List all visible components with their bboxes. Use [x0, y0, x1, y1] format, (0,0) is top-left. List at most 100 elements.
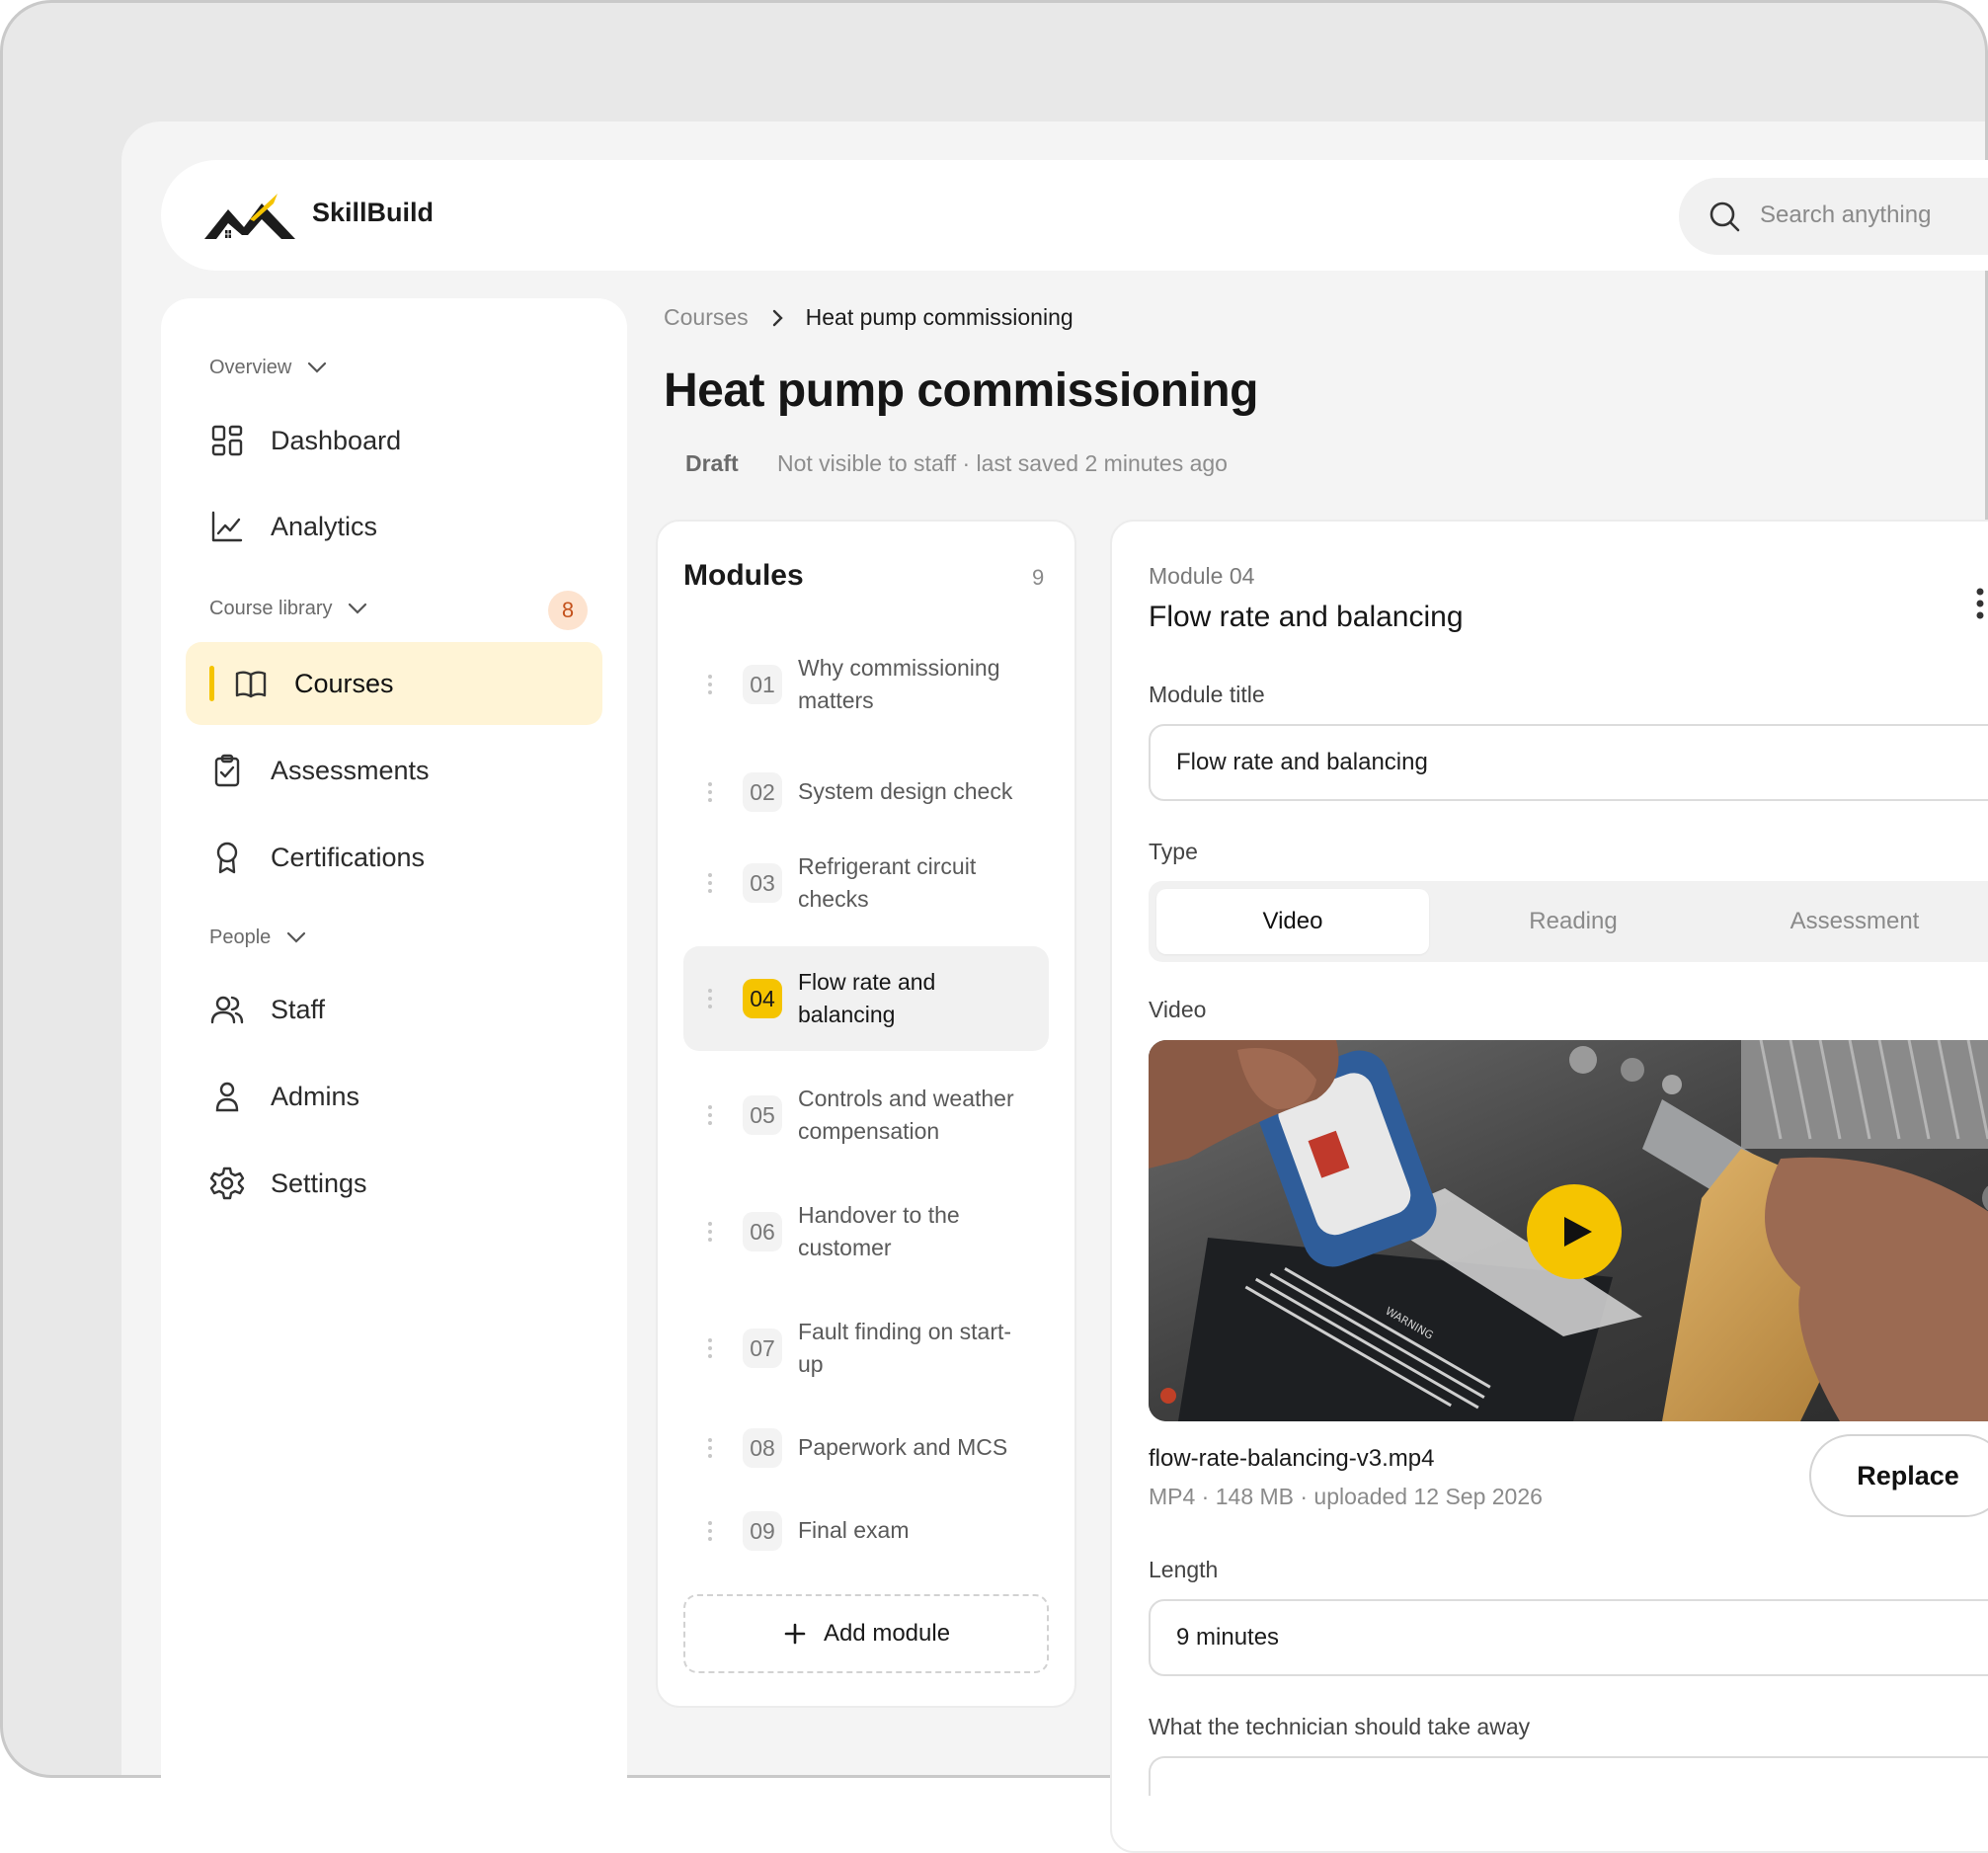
type-option-assessment[interactable]: Assessment — [1718, 889, 1988, 954]
drag-handle-icon[interactable] — [707, 1336, 713, 1360]
module-label: Flow rate and balancing — [798, 969, 936, 1027]
sidebar-item-label: Settings — [271, 1168, 367, 1198]
sidebar-item-label: Dashboard — [271, 425, 402, 455]
module-item-06[interactable]: 06 Handover to the customer — [683, 1192, 1049, 1271]
module-item-01[interactable]: 01 Why commissioning matters — [683, 645, 1049, 724]
module-label: Paperwork and MCS — [798, 1434, 1008, 1460]
brand-name: SkillBuild — [312, 198, 435, 227]
sidebar-group-course-library[interactable]: Course library — [209, 597, 369, 620]
sidebar-group-people[interactable]: People — [209, 926, 308, 949]
module-label: System design check — [798, 778, 1013, 804]
search-icon — [1710, 201, 1740, 232]
drag-handle-icon[interactable] — [707, 780, 713, 804]
module-number: 03 — [743, 863, 782, 903]
length-label: Length — [1149, 1557, 1219, 1582]
module-label: Why commissioning matters — [798, 655, 1000, 713]
module-number: 07 — [743, 1329, 782, 1368]
group-label: Course library — [209, 597, 333, 619]
clipboard-check-icon — [214, 754, 240, 787]
play-button[interactable] — [1527, 1184, 1622, 1279]
sidebar-item-staff[interactable]: Staff — [188, 968, 602, 1051]
status-note: Not visible to staff · last saved 2 minu… — [777, 450, 1228, 476]
award-ribbon-icon — [216, 842, 238, 874]
breadcrumb: Courses Heat pump commissioning — [664, 304, 1074, 331]
dashboard-grid-icon — [211, 425, 243, 456]
takeaway-label: What the technician should take away — [1149, 1714, 1531, 1739]
module-kicker: Module 04 — [1149, 563, 1255, 589]
sidebar-item-label: Assessments — [271, 755, 430, 785]
module-item-03[interactable]: 03 Refrigerant circuit checks — [683, 844, 1049, 923]
module-number: 09 — [743, 1511, 782, 1551]
module-item-09[interactable]: 09 Final exam — [683, 1501, 1049, 1561]
video-file-name: flow-rate-balancing-v3.mp4 — [1149, 1445, 1435, 1472]
line-chart-icon — [211, 511, 243, 542]
users-icon — [210, 996, 244, 1024]
sidebar-item-label: Courses — [294, 668, 394, 698]
module-label: Refrigerant circuit checks — [798, 853, 977, 912]
module-number: 05 — [743, 1095, 782, 1135]
module-label: Fault finding on start-up — [798, 1319, 1012, 1377]
add-module-label: Add module — [823, 1620, 951, 1647]
chevron-down-icon — [349, 603, 367, 614]
module-title-label: Module title — [1149, 682, 1265, 707]
replace-video-button[interactable]: Replace — [1809, 1434, 1988, 1517]
sidebar-item-label: Certifications — [271, 842, 426, 872]
module-number: 08 — [743, 1428, 782, 1468]
module-item-05[interactable]: 05 Controls and weather compensation — [683, 1076, 1049, 1155]
module-label: Final exam — [798, 1517, 910, 1543]
video-label: Video — [1149, 997, 1207, 1022]
module-item-08[interactable]: 08 Paperwork and MCS — [683, 1418, 1049, 1478]
add-module-button[interactable]: Add module — [683, 1594, 1049, 1673]
length-field[interactable]: 9 minutes — [1149, 1599, 1988, 1676]
plus-icon — [784, 1623, 806, 1645]
course-library-count-badge: 8 — [548, 591, 588, 630]
drag-handle-icon[interactable] — [707, 1220, 713, 1244]
module-number: 01 — [743, 665, 782, 704]
gear-icon — [209, 1167, 245, 1200]
sidebar-item-courses[interactable]: Courses — [186, 642, 602, 725]
sidebar-item-dashboard[interactable]: Dashboard — [188, 399, 602, 482]
type-option-reading[interactable]: Reading — [1437, 889, 1710, 954]
module-number: 06 — [743, 1212, 782, 1251]
module-item-02[interactable]: 02 System design check — [683, 763, 1049, 822]
search-bar[interactable]: Search anything — [1679, 178, 1988, 255]
chevron-right-icon — [772, 309, 783, 326]
drag-handle-icon[interactable] — [707, 1436, 713, 1460]
active-indicator — [209, 666, 214, 701]
module-label: Handover to the customer — [798, 1202, 960, 1260]
module-number: 04 — [743, 979, 782, 1018]
takeaway-field[interactable] — [1149, 1756, 1988, 1796]
module-number: 02 — [743, 772, 782, 812]
drag-handle-icon[interactable] — [707, 1519, 713, 1543]
chevron-down-icon — [308, 362, 327, 373]
chevron-down-icon — [287, 931, 306, 943]
drag-handle-icon[interactable] — [707, 871, 713, 895]
group-label: People — [209, 926, 272, 948]
modules-count: 9 — [1032, 565, 1045, 590]
sidebar-group-overview[interactable]: Overview — [209, 356, 329, 379]
drag-handle-icon[interactable] — [707, 673, 713, 696]
sidebar-item-certifications[interactable]: Certifications — [188, 816, 602, 899]
page-title: Heat pump commissioning — [664, 364, 1258, 417]
breadcrumb-current: Heat pump commissioning — [805, 304, 1074, 330]
breadcrumb-courses-link[interactable]: Courses — [664, 304, 749, 331]
sidebar-item-settings[interactable]: Settings — [188, 1142, 602, 1225]
sidebar-item-admins[interactable]: Admins — [188, 1055, 602, 1138]
status-badge: Draft — [685, 450, 739, 476]
sidebar-item-analytics[interactable]: Analytics — [188, 485, 602, 568]
drag-handle-icon[interactable] — [707, 987, 713, 1010]
play-icon — [1564, 1217, 1592, 1247]
module-item-07[interactable]: 07 Fault finding on start-up — [683, 1309, 1049, 1388]
type-option-video[interactable]: Video — [1156, 889, 1429, 954]
video-file-meta: MP4 · 148 MB · uploaded 12 Sep 2026 — [1149, 1484, 1543, 1509]
module-title-field[interactable]: Flow rate and balancing — [1149, 724, 1988, 801]
modules-title: Modules — [683, 559, 804, 592]
drag-handle-icon[interactable] — [707, 1103, 713, 1127]
type-label: Type — [1149, 839, 1198, 864]
sidebar-item-label: Admins — [271, 1081, 360, 1111]
book-open-icon — [235, 671, 267, 698]
more-options-icon[interactable] — [1975, 587, 1985, 620]
search-input[interactable]: Search anything — [1760, 201, 1931, 229]
sidebar-item-assessments[interactable]: Assessments — [188, 729, 602, 812]
module-item-04[interactable]: 04 Flow rate and balancing — [683, 946, 1049, 1051]
